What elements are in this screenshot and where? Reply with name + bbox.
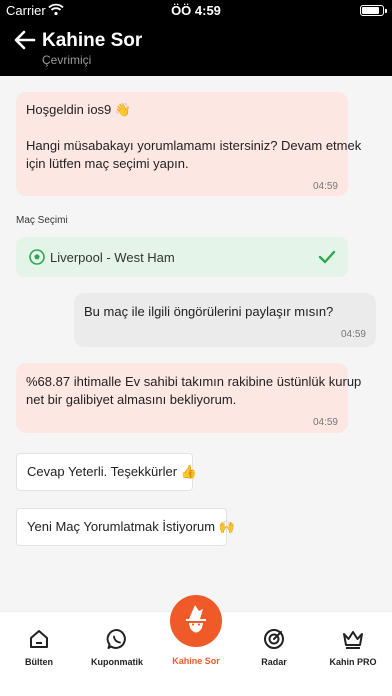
- bot-message: Hoşgeldin ios9 👋 Hangi müsabakayı yoruml…: [16, 92, 361, 196]
- message-line: %68.87 ihtimalle Ev sahibi takımın rakib…: [26, 374, 362, 389]
- message-time: 04:59: [312, 181, 338, 192]
- message-line: Hangi müsabakayı yorumlamamı istersiniz?…: [26, 138, 362, 153]
- quick-reply-thanks-button[interactable]: Cevap Yeterli. Teşekkürler 👍: [16, 453, 197, 491]
- message-line: için lütfen maç seçimi yapın.: [26, 156, 189, 171]
- online-status: Çevrimiçi: [42, 53, 92, 67]
- user-message: Bu maç ile ilgili öngörülerini paylaşır …: [74, 293, 376, 347]
- soccer-ball-icon: [29, 249, 45, 265]
- page-title: Kahine Sor: [42, 30, 143, 51]
- match-selection-label: Maç Seçimi: [16, 215, 68, 226]
- radar-icon: [264, 629, 284, 649]
- bot-message: %68.87 ihtimalle Ev sahibi takımın rakib…: [16, 363, 361, 433]
- crown-icon: [343, 631, 363, 649]
- back-arrow-icon[interactable]: [12, 28, 38, 52]
- tab-kuponmatik[interactable]: Kuponmatik: [78, 612, 156, 696]
- app-header: Carrier ÖÖ 4:59 Kahine Sor Çevrimiçi: [0, 0, 392, 76]
- kahine-sor-fab[interactable]: [170, 595, 222, 647]
- message-line: net bir galibiyet almasını bekliyorum.: [26, 392, 237, 407]
- tab-radar[interactable]: Radar: [235, 612, 313, 696]
- tab-label: Radar: [261, 657, 287, 667]
- quick-reply-new-match-button[interactable]: Yeni Maç Yorumlatmak İstiyorum 🙌: [16, 508, 235, 546]
- tab-label: Kahine Sor: [172, 656, 220, 666]
- tab-label: Kuponmatik: [90, 657, 143, 667]
- message-time: 04:59: [312, 417, 338, 428]
- tab-kahin-pro[interactable]: Kahin PRO: [314, 612, 392, 696]
- wizard-icon: [186, 605, 206, 633]
- message-text: Bu maç ile ilgili öngörülerini paylaşır …: [84, 304, 334, 319]
- message-line: Hoşgeldin ios9 👋: [26, 102, 132, 117]
- status-bar: Carrier ÖÖ 4:59: [0, 0, 392, 22]
- status-clock: ÖÖ 4:59: [171, 3, 221, 18]
- tab-label: Bülten: [25, 657, 53, 667]
- tab-label: Kahin PRO: [329, 657, 377, 667]
- whatsapp-icon: [106, 629, 126, 649]
- battery-icon: [360, 5, 387, 16]
- match-name: Liverpool - West Ham: [50, 250, 175, 265]
- tab-bulten[interactable]: Bülten: [0, 612, 78, 696]
- match-option[interactable]: Liverpool - West Ham: [16, 237, 348, 277]
- message-time: 04:59: [340, 329, 366, 340]
- checkmark-icon: [318, 250, 336, 264]
- home-icon: [30, 630, 48, 648]
